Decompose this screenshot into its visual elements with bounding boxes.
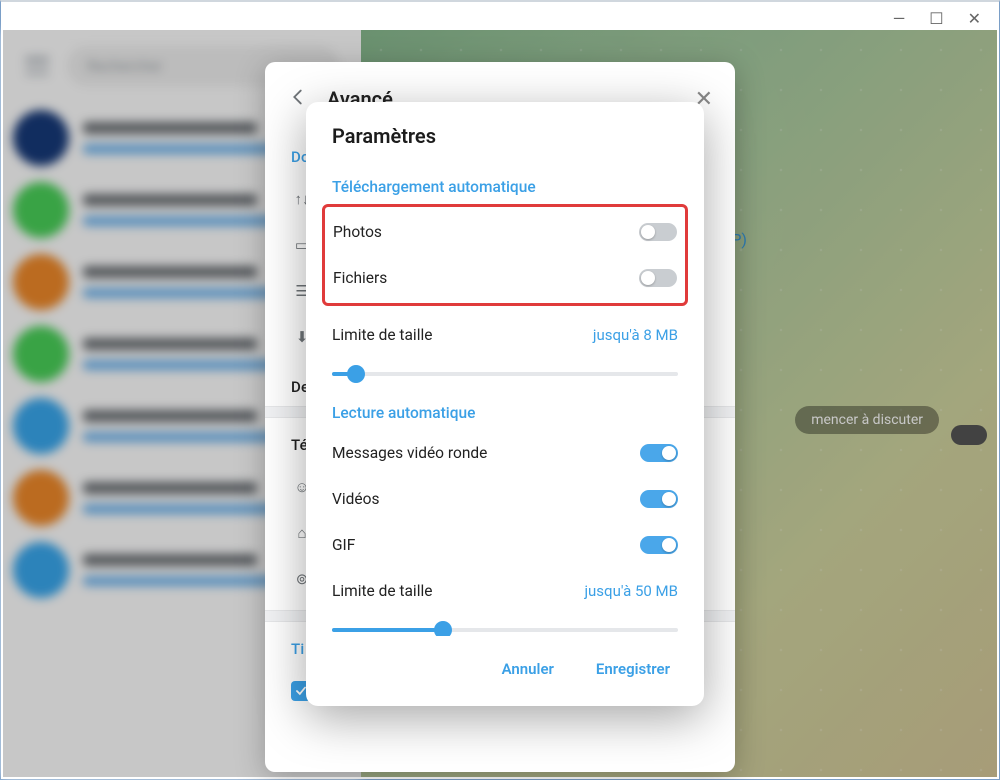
files-toggle[interactable] — [639, 269, 677, 287]
app-window: — ☐ ✕ Rechercher P) mencer à discuter Av… — [0, 0, 1000, 780]
gif-label: GIF — [332, 536, 355, 554]
photos-toggle[interactable] — [639, 223, 677, 241]
modal-title: Paramètres — [332, 124, 678, 148]
size-limit-value: jusqu'à 50 MB — [584, 582, 678, 600]
close-window-button[interactable]: ✕ — [968, 9, 981, 28]
round-video-label: Messages vidéo ronde — [332, 444, 487, 462]
size-limit-label: Limite de taille — [332, 582, 432, 600]
videos-label: Vidéos — [332, 490, 379, 508]
files-label: Fichiers — [333, 269, 387, 287]
autoplay-size-limit-row: Limite de taille jusqu'à 50 MB — [332, 568, 678, 614]
maximize-button[interactable]: ☐ — [929, 9, 943, 28]
highlight-box: Photos Fichiers — [322, 204, 688, 306]
size-limit-value: jusqu'à 8 MB — [593, 326, 678, 344]
photos-label: Photos — [333, 223, 382, 241]
save-button[interactable]: Enregistrer — [580, 650, 686, 688]
minimize-button[interactable]: — — [893, 9, 906, 28]
autoplay-size-slider[interactable] — [332, 616, 678, 636]
settings-modal: Paramètres Téléchargement automatique Ph… — [306, 102, 704, 706]
files-row[interactable]: Fichiers — [333, 255, 677, 301]
photos-row[interactable]: Photos — [333, 209, 677, 255]
section-auto-download: Téléchargement automatique — [332, 178, 678, 196]
gif-toggle[interactable] — [640, 536, 678, 554]
round-video-row[interactable]: Messages vidéo ronde — [332, 430, 678, 476]
section-autoplay: Lecture automatique — [332, 404, 678, 422]
gif-row[interactable]: GIF — [332, 522, 678, 568]
round-video-toggle[interactable] — [640, 444, 678, 462]
back-arrow-icon[interactable] — [287, 86, 309, 112]
videos-row[interactable]: Vidéos — [332, 476, 678, 522]
cancel-button[interactable]: Annuler — [486, 650, 570, 688]
size-limit-label: Limite de taille — [332, 326, 432, 344]
videos-toggle[interactable] — [640, 490, 678, 508]
download-size-limit-row: Limite de taille jusqu'à 8 MB — [332, 312, 678, 358]
download-size-slider[interactable] — [332, 360, 678, 388]
